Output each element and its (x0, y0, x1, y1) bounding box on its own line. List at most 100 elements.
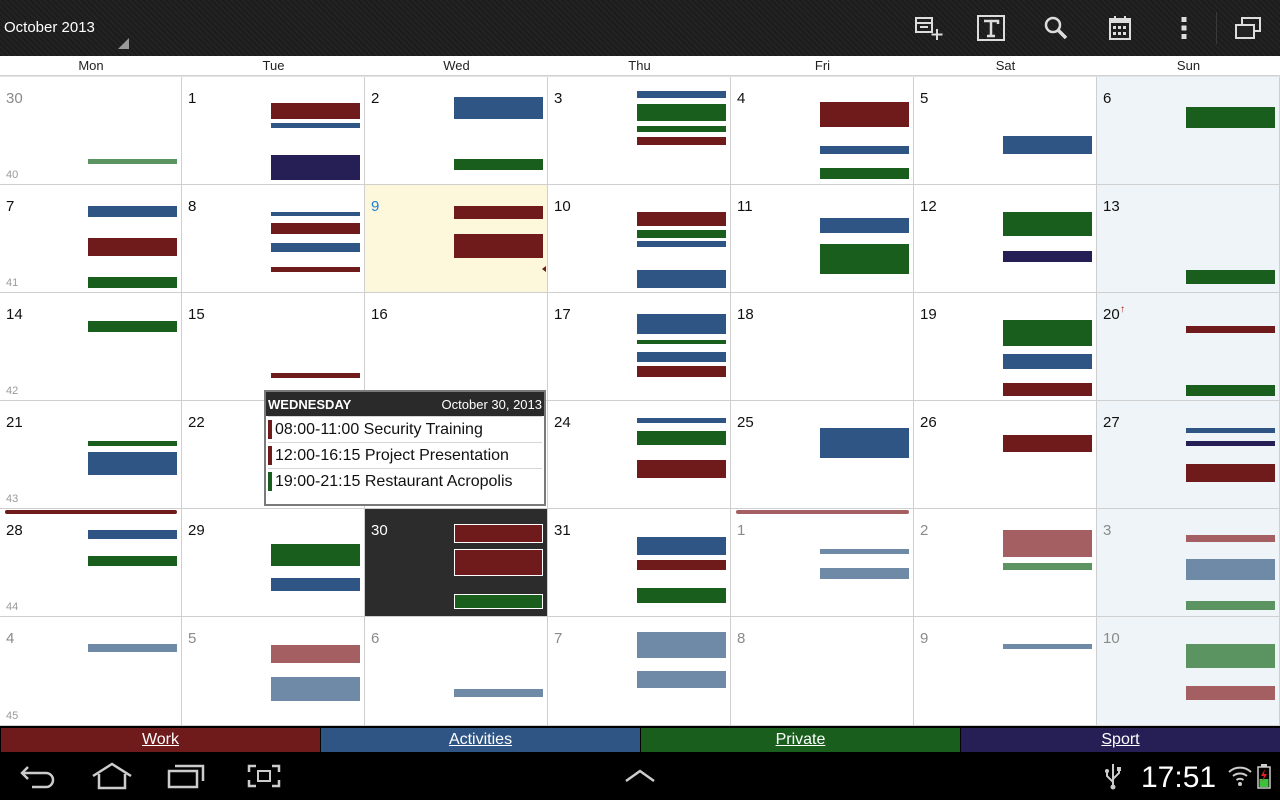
event-bar[interactable] (454, 97, 543, 119)
event-bar[interactable] (1003, 212, 1092, 236)
window-icon[interactable] (1228, 8, 1268, 48)
day-cell[interactable]: 2 (914, 509, 1097, 617)
event-bar[interactable] (1003, 644, 1092, 649)
event-bar[interactable] (637, 560, 726, 570)
event-bar[interactable] (271, 123, 360, 128)
new-event-icon[interactable] (908, 8, 948, 48)
event-bar[interactable] (1186, 428, 1275, 433)
event-bar[interactable] (271, 267, 360, 272)
event-bar[interactable] (1003, 383, 1092, 396)
event-bar[interactable] (271, 223, 360, 234)
search-icon[interactable] (1036, 8, 1076, 48)
event-bar[interactable] (1186, 107, 1275, 128)
event-bar[interactable] (637, 241, 726, 247)
day-cell[interactable]: 17 (548, 293, 731, 401)
popup-event-row[interactable]: 19:00-21:15 Restaurant Acropolis (268, 468, 542, 494)
legend-work[interactable]: Work (1, 728, 320, 752)
home-icon[interactable] (84, 758, 140, 794)
event-bar[interactable] (88, 238, 177, 256)
day-cell[interactable]: 28 44 (0, 509, 182, 617)
text-view-icon[interactable] (971, 8, 1011, 48)
recent-apps-icon[interactable] (158, 758, 214, 794)
screenshot-icon[interactable] (236, 758, 292, 794)
day-cell[interactable]: 29 (182, 509, 365, 617)
event-bar[interactable] (88, 159, 177, 164)
event-bar[interactable] (1186, 270, 1275, 284)
event-bar[interactable] (271, 373, 360, 378)
popup-event-row[interactable]: 12:00-16:15 Project Presentation (268, 442, 542, 468)
event-bar[interactable] (271, 677, 360, 701)
day-cell[interactable]: 26 (914, 401, 1097, 509)
event-bar[interactable] (1003, 251, 1092, 262)
event-bar[interactable] (637, 588, 726, 603)
event-bar[interactable] (637, 212, 726, 226)
event-bar[interactable] (820, 568, 909, 579)
event-bar[interactable] (1003, 530, 1092, 557)
event-bar[interactable] (1003, 136, 1092, 154)
event-bar[interactable] (637, 632, 726, 658)
event-bar[interactable] (454, 234, 543, 258)
day-cell[interactable]: 31 (548, 509, 731, 617)
legend-activities[interactable]: Activities (321, 728, 640, 752)
day-cell[interactable]: 3 (548, 77, 731, 185)
month-selector[interactable]: October 2013 (0, 0, 132, 56)
event-bar[interactable] (1003, 354, 1092, 369)
multi-day-event-bar[interactable] (5, 510, 177, 514)
event-bar[interactable] (1186, 326, 1275, 333)
event-bar[interactable] (454, 689, 543, 697)
day-cell[interactable]: 9 (914, 617, 1097, 726)
day-cell[interactable]: 19 (914, 293, 1097, 401)
event-bar[interactable] (1186, 644, 1275, 668)
chevron-up-icon[interactable] (612, 758, 668, 794)
event-bar[interactable] (637, 366, 726, 377)
event-bar[interactable] (1003, 563, 1092, 570)
event-bar[interactable] (271, 578, 360, 591)
day-cell[interactable]: 10 (1097, 617, 1280, 726)
day-cell[interactable]: 11 (731, 185, 914, 293)
event-bar[interactable] (271, 544, 360, 566)
event-bar[interactable] (637, 418, 726, 423)
day-cell[interactable]: 13 (1097, 185, 1280, 293)
event-bar[interactable] (820, 244, 909, 274)
event-bar[interactable] (454, 524, 543, 543)
day-cell[interactable]: 16 (365, 293, 548, 401)
event-bar[interactable] (820, 146, 909, 154)
day-cell[interactable]: 18 (731, 293, 914, 401)
legend-private[interactable]: Private (641, 728, 960, 752)
calendar-icon[interactable] (1100, 8, 1140, 48)
event-bar[interactable] (1186, 464, 1275, 482)
event-bar[interactable] (820, 428, 909, 458)
event-bar[interactable] (820, 168, 909, 179)
event-bar[interactable] (1003, 435, 1092, 452)
event-bar[interactable] (1003, 320, 1092, 346)
event-bar[interactable] (637, 340, 726, 344)
day-cell[interactable]: 5 (182, 617, 365, 726)
event-bar[interactable] (637, 126, 726, 132)
event-bar[interactable] (637, 537, 726, 555)
event-bar[interactable] (271, 645, 360, 663)
day-cell[interactable]: 30 (365, 509, 548, 617)
day-cell[interactable]: 7 41 (0, 185, 182, 293)
event-bar[interactable] (454, 594, 543, 609)
event-bar[interactable] (637, 314, 726, 334)
event-bar[interactable] (1186, 385, 1275, 396)
popup-event-row[interactable]: 08:00-11:00 Security Training (268, 416, 542, 442)
event-bar[interactable] (88, 644, 177, 652)
day-cell[interactable]: 20 ↑ (1097, 293, 1280, 401)
event-bar[interactable] (88, 452, 177, 475)
day-cell[interactable]: 10 (548, 185, 731, 293)
day-cell[interactable]: 1 (182, 77, 365, 185)
day-cell[interactable]: 27 (1097, 401, 1280, 509)
event-bar[interactable] (454, 549, 543, 576)
event-bar[interactable] (88, 277, 177, 288)
day-cell[interactable]: 6 (1097, 77, 1280, 185)
day-cell[interactable]: 14 42 (0, 293, 182, 401)
day-cell[interactable]: 2 (365, 77, 548, 185)
event-bar[interactable] (88, 530, 177, 539)
event-bar[interactable] (637, 91, 726, 98)
event-bar[interactable] (88, 206, 177, 217)
day-cell[interactable]: 6 (365, 617, 548, 726)
day-events-popup[interactable]: WEDNESDAY October 30, 2013 08:00-11:00 S… (264, 390, 546, 506)
day-cell[interactable]: 8 (182, 185, 365, 293)
day-cell[interactable]: 7 (548, 617, 731, 726)
